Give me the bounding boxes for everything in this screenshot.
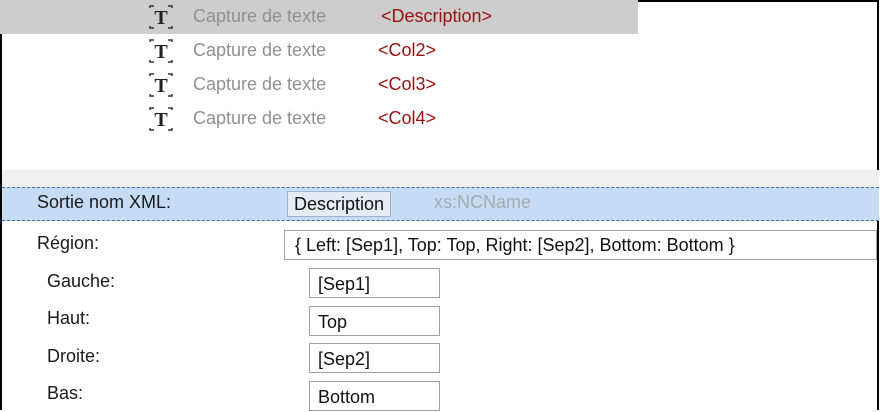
region-label: Région: xyxy=(37,233,100,253)
property-row-bottom[interactable]: Bas: Bottom xyxy=(2,378,879,412)
property-row-output-name[interactable]: Sortie nom XML: Description xs:NCName xyxy=(2,187,879,221)
property-row-region[interactable]: Région: { Left: [Sep1], Top: Top, Right:… xyxy=(2,228,879,262)
panel-separator xyxy=(2,170,879,187)
top-label: Haut: xyxy=(47,308,91,328)
svg-text:T: T xyxy=(154,41,168,63)
tree-row-caption: Capture de texte xyxy=(193,74,327,94)
tree-row-col4[interactable]: T Capture de texte <Col4> xyxy=(0,102,638,136)
tree-row-caption: Capture de texte xyxy=(193,40,327,60)
right-label: Droite: xyxy=(47,346,101,366)
tree-row-tag: <Description> xyxy=(381,6,493,26)
bottom-value[interactable]: Bottom xyxy=(309,381,440,411)
output-name-type-hint: xs:NCName xyxy=(434,192,532,212)
property-row-top[interactable]: Haut: Top xyxy=(2,303,879,337)
right-value[interactable]: [Sep2] xyxy=(309,343,440,373)
tree-row-col2[interactable]: T Capture de texte <Col2> xyxy=(0,34,638,68)
left-label: Gauche: xyxy=(47,271,116,291)
tree-row-tag: <Col3> xyxy=(378,74,437,94)
tree-row-tag: <Col2> xyxy=(378,40,437,60)
text-capture-icon: T xyxy=(146,36,176,66)
top-value[interactable]: Top xyxy=(309,306,440,336)
tree-row-col3[interactable]: T Capture de texte <Col3> xyxy=(0,68,638,102)
tree-row-caption: Capture de texte xyxy=(193,108,327,128)
text-capture-icon: T xyxy=(146,104,176,134)
svg-text:T: T xyxy=(154,109,168,131)
property-row-left[interactable]: Gauche: [Sep1] xyxy=(2,266,879,300)
tree-row-caption: Capture de texte xyxy=(193,6,327,26)
svg-text:T: T xyxy=(154,75,168,97)
bottom-label: Bas: xyxy=(47,383,84,403)
output-name-value[interactable]: Description xyxy=(287,191,392,217)
text-capture-icon: T xyxy=(146,70,176,100)
tree-row-tag: <Col4> xyxy=(378,108,437,128)
tree-row-description[interactable]: T Capture de texte <Description> xyxy=(0,0,638,34)
text-capture-icon: T xyxy=(146,2,176,32)
left-value[interactable]: [Sep1] xyxy=(309,268,440,298)
output-name-label: Sortie nom XML: xyxy=(37,192,172,212)
region-value[interactable]: { Left: [Sep1], Top: Top, Right: [Sep2],… xyxy=(284,230,877,260)
property-row-right[interactable]: Droite: [Sep2] xyxy=(2,341,879,375)
svg-text:T: T xyxy=(154,7,168,29)
